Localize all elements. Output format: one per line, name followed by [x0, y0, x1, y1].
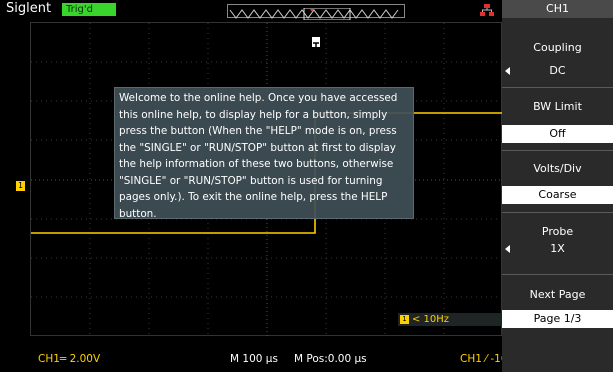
coupling-label: Coupling: [533, 41, 582, 54]
network-icon: [480, 4, 494, 16]
menu-divider: [502, 87, 613, 88]
frequency-readout: 1 < 10Hz: [398, 313, 502, 326]
trigger-position-icon[interactable]: [312, 37, 320, 50]
menu-divider: [502, 150, 613, 151]
timebase: M 100 μs: [230, 353, 278, 365]
probe-label: Probe: [541, 225, 574, 238]
next-page-value[interactable]: Page 1/3: [502, 310, 613, 328]
online-help-popup: Welcome to the online help. Once you hav…: [114, 87, 414, 220]
memory-waveform-icon: [229, 7, 399, 21]
channel-1-badge-icon: 1: [400, 315, 409, 324]
channel-1-marker-icon[interactable]: 1: [16, 181, 25, 191]
horizontal-position: M Pos:0.00 μs: [294, 353, 367, 365]
frequency-value: < 10Hz: [412, 314, 450, 325]
probe-value[interactable]: 1X: [502, 240, 613, 258]
channel-1-marker-label: 1: [17, 181, 24, 190]
side-menu: CH1 Coupling DC BW Limit Off Volts/Div C…: [502, 0, 613, 372]
brand-logo: Siglent: [6, 1, 52, 16]
menu-divider: [502, 212, 613, 213]
help-text: Welcome to the online help. Once you hav…: [119, 92, 398, 220]
bw-limit-value[interactable]: Off: [502, 125, 613, 143]
ch1-scale: CH1═ 2.00V: [38, 353, 101, 365]
volts-div-value[interactable]: Coarse: [502, 186, 613, 204]
menu-divider: [502, 274, 613, 275]
top-bar: Siglent Trig'd: [0, 0, 502, 21]
bw-limit-label: BW Limit: [533, 100, 582, 113]
memory-depth-indicator: [227, 4, 405, 21]
trigger-status-badge: Trig'd: [62, 3, 116, 16]
next-page-label: Next Page: [529, 288, 586, 301]
volts-div-label: Volts/Div: [533, 162, 582, 175]
coupling-value[interactable]: DC: [502, 62, 613, 80]
side-menu-title: CH1: [502, 0, 613, 18]
trigger-status-label: Trig'd: [66, 4, 93, 15]
